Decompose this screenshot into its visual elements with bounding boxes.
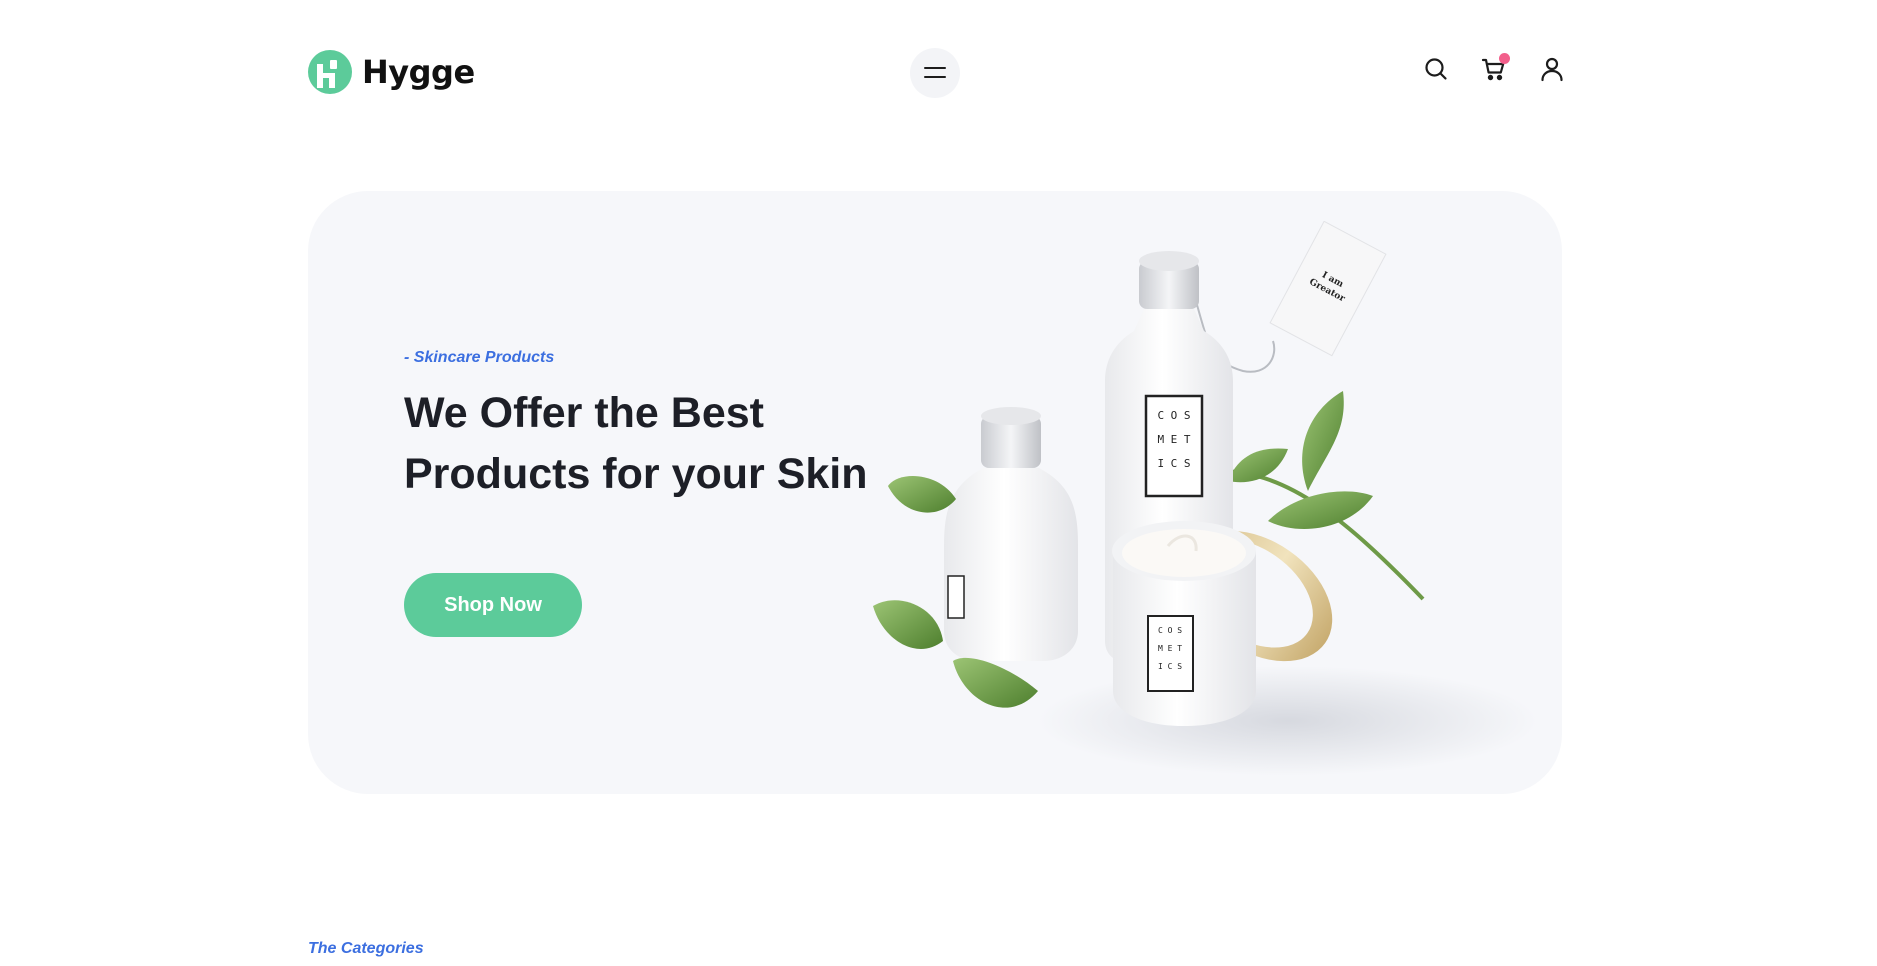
hero-title-line-1: We Offer the Best: [404, 389, 764, 437]
svg-text:I C S: I C S: [1158, 662, 1182, 671]
search-icon: [1425, 58, 1447, 80]
brand-logo[interactable]: Hygge: [308, 50, 475, 94]
user-icon: [1541, 57, 1563, 82]
cosmetics-product-image: I am Greator C O S M E T I C S C O S M E…: [873, 221, 1538, 776]
svg-text:I C S: I C S: [1157, 457, 1190, 470]
site-header: Hygge: [0, 0, 1877, 145]
hero-title-line-2: Products for your Skin: [404, 450, 868, 498]
svg-text:C O S: C O S: [1158, 626, 1182, 635]
svg-text:M E T: M E T: [1158, 644, 1182, 653]
hero-eyebrow: - Skincare Products: [404, 349, 555, 366]
cart-notification-badge: [1499, 53, 1510, 64]
hero-title: We Offer the Best Products for your Skin: [404, 383, 924, 505]
svg-text:M E T: M E T: [1157, 433, 1190, 446]
header-actions: [1422, 53, 1566, 83]
shop-now-button[interactable]: Shop Now: [404, 573, 582, 637]
hamburger-menu-icon-bar: [924, 76, 946, 78]
hygge-logo-icon: [308, 50, 352, 94]
cart-button[interactable]: [1480, 53, 1510, 83]
brand-name: Hygge: [362, 53, 475, 91]
search-button[interactable]: [1422, 55, 1450, 83]
hero-banner: - Skincare Products We Offer the Best Pr…: [308, 191, 1562, 794]
hamburger-menu-icon: [924, 67, 946, 69]
svg-text:C O S: C O S: [1157, 409, 1190, 422]
menu-button[interactable]: [910, 48, 960, 98]
categories-eyebrow: The Categories: [308, 940, 424, 957]
account-button[interactable]: [1538, 55, 1566, 83]
